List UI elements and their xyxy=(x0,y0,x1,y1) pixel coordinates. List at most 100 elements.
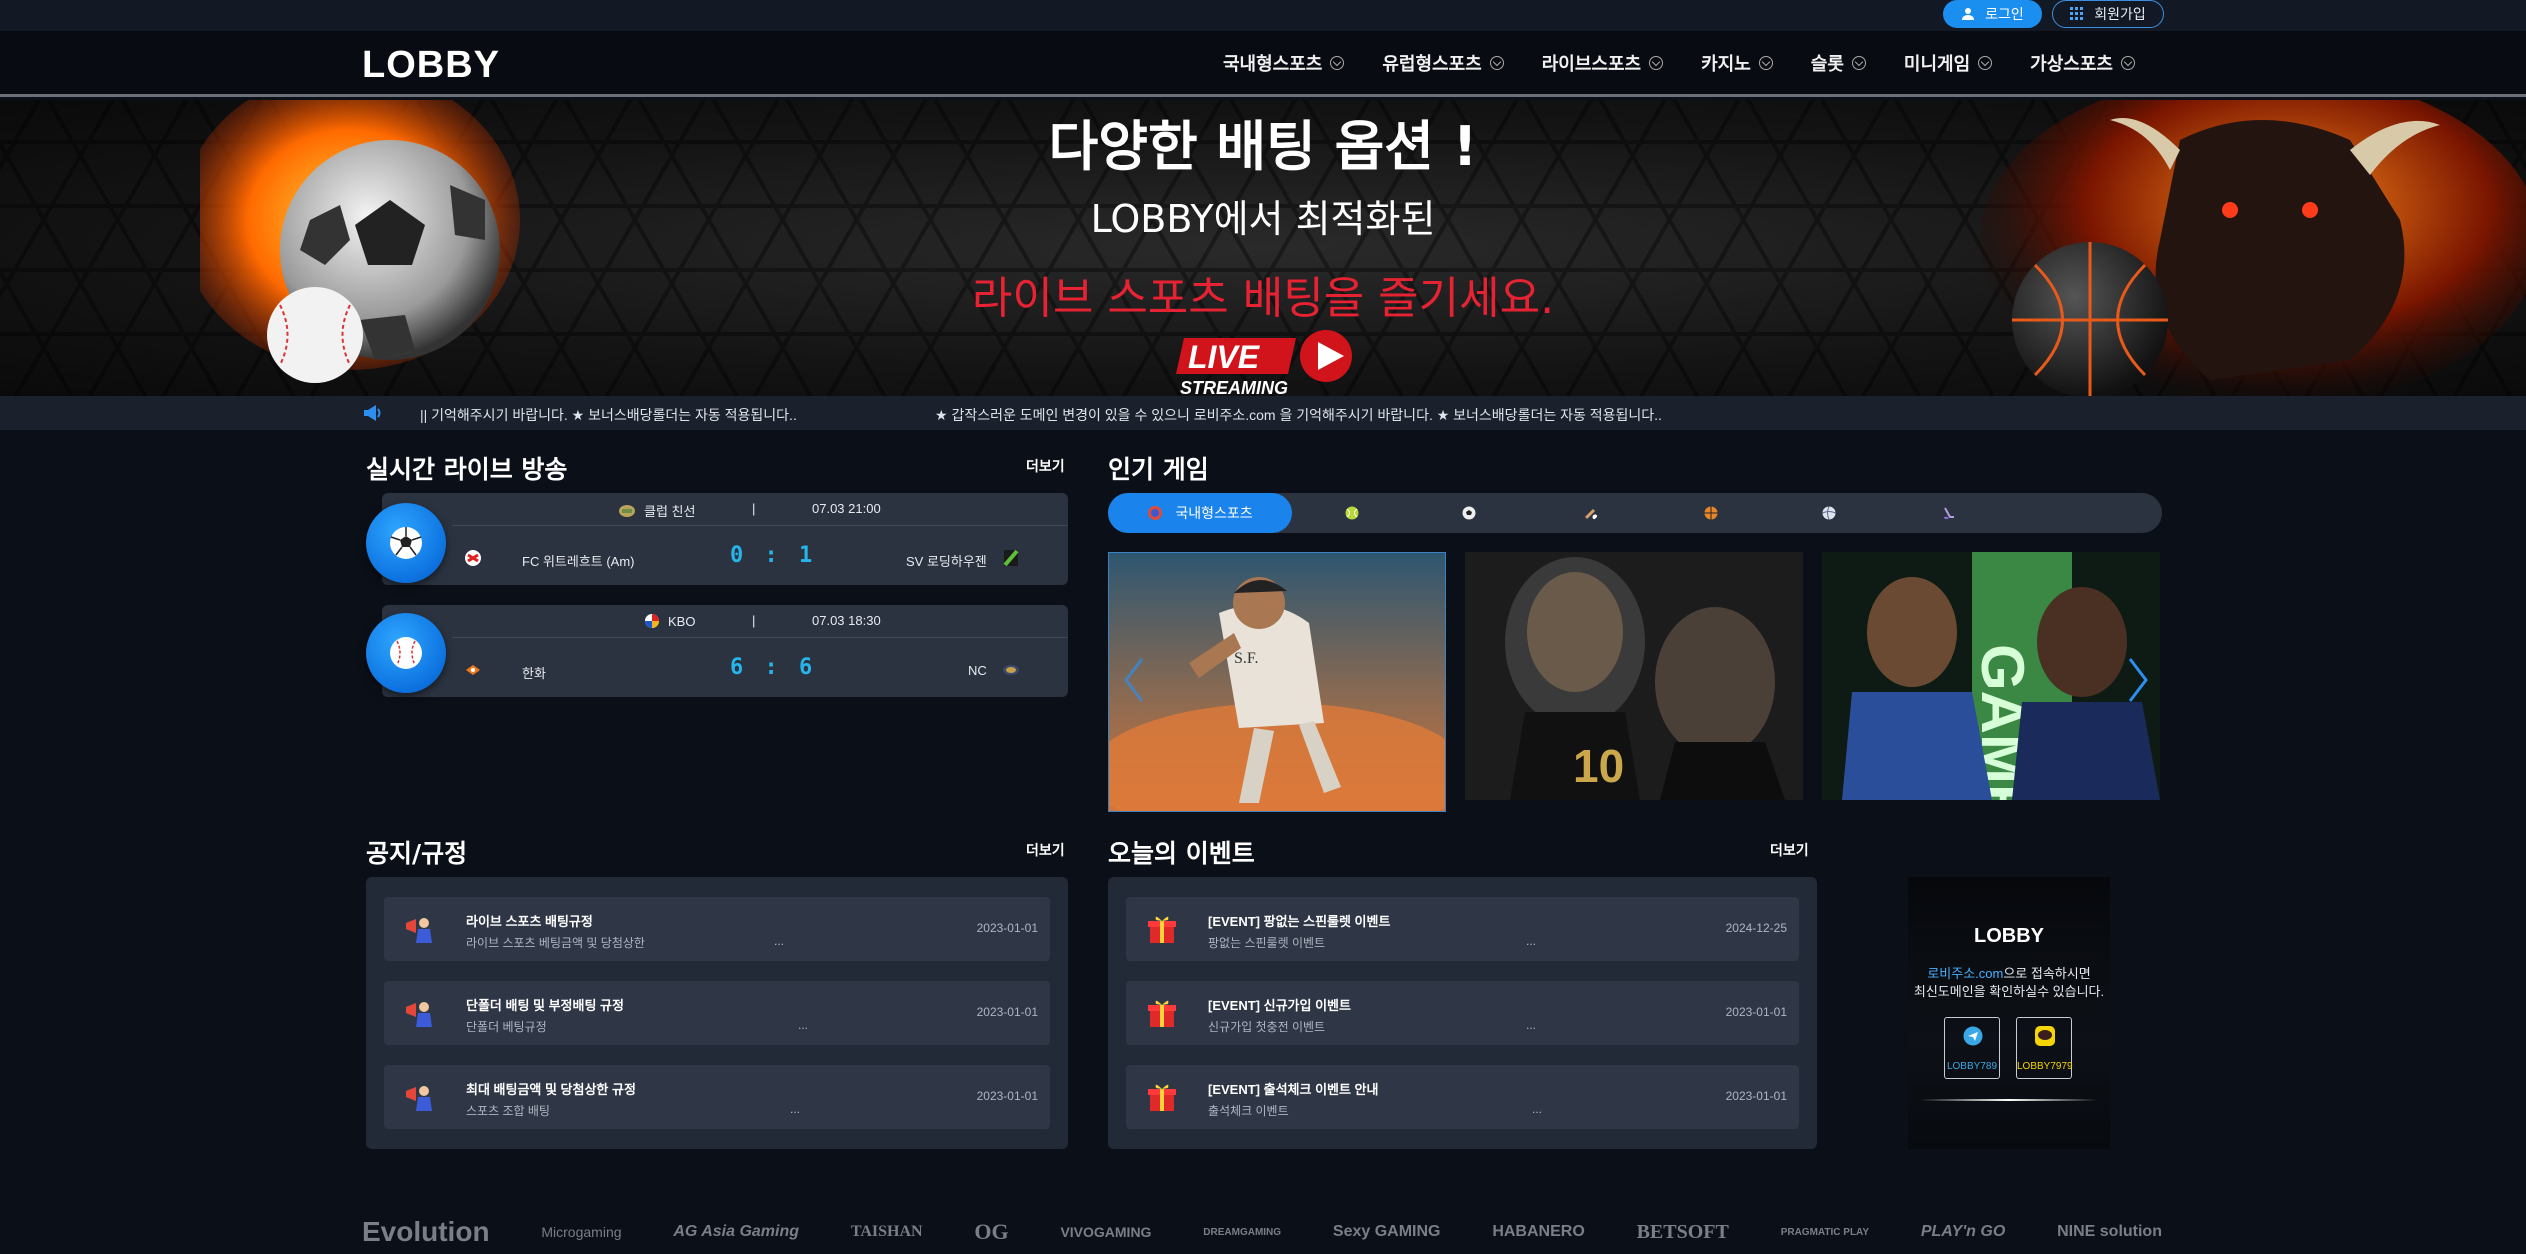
events-title: 오늘의 이벤트 xyxy=(1108,839,1255,868)
provider-nine-solution-logo: NINE solution xyxy=(2057,1223,2162,1240)
domain-promo-banner[interactable]: LOBBY 로비주소.com으로 접속하시면 최신도메인을 확인하실수 있습니다… xyxy=(1908,877,2110,1149)
live-match-card[interactable]: 클럽 친선 | 07.03 21:00 FC 위트레흐트 (Am) 0 : 1 … xyxy=(382,493,1068,585)
game-card-soccer[interactable]: 10 xyxy=(1465,552,1803,800)
notice-row[interactable]: 단폴더 배팅 및 부정배팅 규정 단폴더 베팅규정 ... 2023-01-01 xyxy=(384,981,1050,1045)
event-row-title: [EVENT] 출석체크 이벤트 안내 xyxy=(1208,1082,1379,1097)
tab-domestic-sports[interactable]: 국내형스포츠 xyxy=(1108,493,1292,533)
event-row-date: 2024-12-25 xyxy=(1725,921,1787,935)
events-more-link[interactable]: 더보기 xyxy=(1770,840,1809,860)
grid-icon xyxy=(2070,7,2084,20)
notice-more-link[interactable]: 더보기 xyxy=(1026,840,1065,860)
provider-dreamgaming-logo: DREAMGAMING xyxy=(1203,1226,1282,1238)
baseball-icon xyxy=(366,613,446,693)
events-panel: [EVENT] 팡없는 스핀룰렛 이벤트 팡없는 스핀룰렛 이벤트 ... 20… xyxy=(1108,877,1817,1149)
home-team-name: FC 위트레흐트 (Am) xyxy=(522,554,635,569)
ticker-text: ★ 갑작스러운 도메인 변경이 있을 수 있으니 로비주소.com 을 기억해주… xyxy=(935,407,1662,423)
nav-item-virtual-sports[interactable]: 가상스포츠 xyxy=(2030,50,2135,76)
carousel-prev-arrow[interactable] xyxy=(1120,655,1150,705)
chevron-down-icon xyxy=(1649,56,1664,70)
gift-icon xyxy=(1148,916,1176,943)
chevron-down-icon xyxy=(1978,56,1993,70)
notice-row[interactable]: 최대 배팅금액 및 당첨상한 규정 스포츠 조합 배팅 ... 2023-01-… xyxy=(384,1065,1050,1129)
nav-item-minigame[interactable]: 미니게임 xyxy=(1904,50,1993,76)
tennis-ball-icon[interactable] xyxy=(1345,506,1359,520)
nav-item-casino[interactable]: 카지노 xyxy=(1701,50,1773,76)
event-row[interactable]: [EVENT] 신규가입 이벤트 신규가입 첫충전 이벤트 ... 2023-0… xyxy=(1126,981,1799,1045)
nav-item-label: 카지노 xyxy=(1701,54,1751,75)
match-league: KBO xyxy=(644,613,695,629)
notice-row[interactable]: 라이브 스포츠 배팅규정 라이브 스포츠 베팅금액 및 당첨상한 ... 202… xyxy=(384,897,1050,961)
nav-item-domestic-sports[interactable]: 국내형스포츠 xyxy=(1223,50,1345,76)
kakao-contact[interactable]: LOBBY7979 xyxy=(2016,1017,2073,1079)
notice-row-ellipsis: ... xyxy=(798,1018,809,1032)
home-team-logo-icon xyxy=(466,665,480,675)
match-divider xyxy=(452,525,1068,526)
chevron-down-icon xyxy=(1851,56,1866,70)
hockey-icon[interactable] xyxy=(1942,506,1956,520)
notice-row-title: 최대 배팅금액 및 당첨상한 규정 xyxy=(466,1082,636,1097)
telegram-id: LOBBY789 xyxy=(1946,1061,1998,1072)
svg-text:S.F.: S.F. xyxy=(1234,650,1259,667)
nav-item-live-sports[interactable]: 라이브스포츠 xyxy=(1542,50,1664,76)
event-row[interactable]: [EVENT] 팡없는 스핀룰렛 이벤트 팡없는 스핀룰렛 이벤트 ... 20… xyxy=(1126,897,1799,961)
match-time: 07.03 18:30 xyxy=(812,613,881,628)
live-match-card[interactable]: KBO | 07.03 18:30 한화 6 : 6 NC xyxy=(382,605,1068,697)
event-row-ellipsis: ... xyxy=(1526,1018,1537,1032)
soccer-ball-icon xyxy=(366,503,446,583)
home-team-logo-icon xyxy=(465,550,481,566)
kakao-id: LOBBY7979 xyxy=(2017,1061,2073,1072)
match-score: 0 : 1 xyxy=(730,543,817,568)
gift-icon xyxy=(1148,1084,1176,1111)
game-card-baseball[interactable]: S.F. xyxy=(1108,552,1446,812)
nav-item-european-sports[interactable]: 유럽형스포츠 xyxy=(1382,50,1504,76)
basketball-icon[interactable] xyxy=(1704,506,1718,520)
volleyball-icon[interactable] xyxy=(1822,506,1836,520)
nav-item-label: 유럽형스포츠 xyxy=(1382,54,1482,75)
event-row-subtitle: 신규가입 첫충전 이벤트 xyxy=(1208,1020,1326,1034)
match-separator: | xyxy=(752,613,756,628)
game-card-basketball[interactable]: GAMED xyxy=(1822,552,2160,800)
live-more-link[interactable]: 더보기 xyxy=(1026,456,1065,476)
chevron-down-icon xyxy=(2120,56,2135,70)
notice-row-date: 2023-01-01 xyxy=(976,1089,1038,1103)
baseball-bat-icon[interactable] xyxy=(1584,506,1598,520)
promo-divider xyxy=(1920,1099,2098,1101)
nav-item-label: 가상스포츠 xyxy=(2030,54,2113,75)
match-separator: | xyxy=(752,501,756,516)
login-button[interactable]: 로그인 xyxy=(1943,0,2042,28)
login-label: 로그인 xyxy=(1985,6,2024,22)
promo-line-1-rest: 으로 접속하시면 xyxy=(2003,966,2091,981)
telegram-contact[interactable]: LOBBY789 xyxy=(1944,1017,2000,1079)
sports-mix-icon xyxy=(1148,506,1163,520)
promo-line-1: 로비주소.com으로 접속하시면 xyxy=(1908,963,2110,982)
match-league-name: KBO xyxy=(668,613,696,629)
carousel-next-arrow[interactable] xyxy=(2122,655,2152,705)
basketball-player-image: GAMED xyxy=(1822,552,2160,800)
event-row-subtitle: 팡없는 스핀룰렛 이벤트 xyxy=(1208,936,1326,950)
provider-sexy-gaming-logo: Sexy GAMING xyxy=(1332,1223,1441,1240)
notice-row-ellipsis: ... xyxy=(790,1102,801,1116)
event-row-ellipsis: ... xyxy=(1526,934,1537,948)
promo-domain: 로비주소.com xyxy=(1927,966,2004,981)
tab-label: 국내형스포츠 xyxy=(1175,505,1253,521)
soccer-ball-icon[interactable] xyxy=(1462,506,1476,520)
event-row[interactable]: [EVENT] 출석체크 이벤트 안내 출석체크 이벤트 ... 2023-01… xyxy=(1126,1065,1799,1129)
baseball-player-image: S.F. xyxy=(1109,553,1445,811)
provider-microgaming-logo: Microgaming xyxy=(541,1224,622,1240)
streaming-text: STREAMING xyxy=(1180,378,1288,396)
ticker-text: || 기억해주시기 바랍니다. ★ 보너스배당롤더는 자동 적용됩니다.. xyxy=(420,407,797,423)
telegram-icon xyxy=(1963,1026,1983,1046)
megaphone-person-icon xyxy=(406,918,432,943)
site-logo[interactable]: LOBBY xyxy=(362,44,500,87)
kbo-icon xyxy=(645,614,659,628)
notice-ticker: || 기억해주시기 바랍니다. ★ 보너스배당롤더는 자동 적용됩니다.. ★ … xyxy=(0,396,2526,430)
provider-evolution-logo: Evolution xyxy=(362,1216,490,1247)
match-time: 07.03 21:00 xyxy=(812,501,881,516)
signup-button[interactable]: 회원가입 xyxy=(2052,0,2164,28)
notice-row-date: 2023-01-01 xyxy=(976,1005,1038,1019)
main-nav: 국내형스포츠 유럽형스포츠 라이브스포츠 카지노 슬롯 미니게임 가상스포츠 xyxy=(1223,50,2135,76)
nav-item-slot[interactable]: 슬롯 xyxy=(1811,50,1866,76)
provider-habanero-logo: HABANERO xyxy=(1492,1223,1585,1240)
notice-row-title: 라이브 스포츠 배팅규정 xyxy=(466,914,593,929)
match-divider xyxy=(452,637,1068,638)
